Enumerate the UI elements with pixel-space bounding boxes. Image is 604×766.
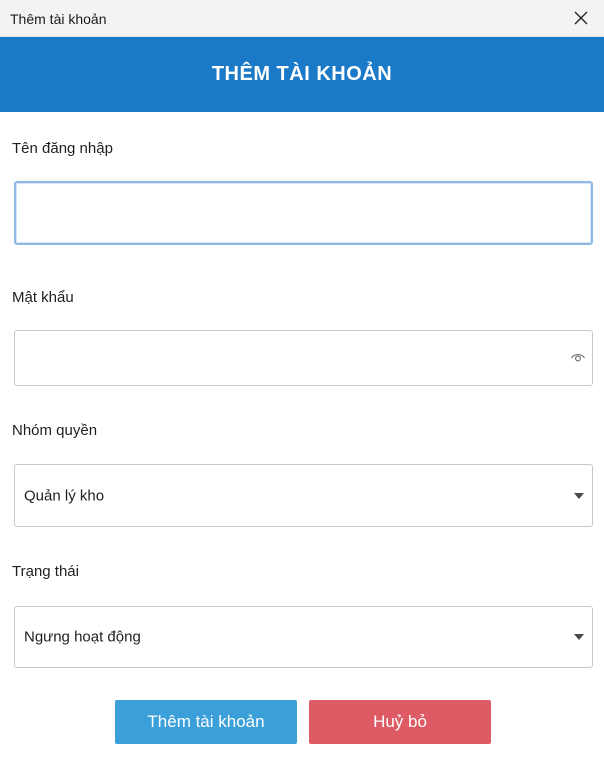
cancel-button[interactable]: Huỷ bỏ (309, 700, 491, 744)
eye-icon[interactable] (570, 349, 586, 365)
username-field[interactable] (14, 181, 593, 245)
dialog-header: THÊM TÀI KHOẢN (0, 37, 604, 112)
role-label: Nhóm quyền (12, 422, 98, 439)
username-input[interactable] (16, 183, 591, 243)
username-label: Tên đăng nhập (12, 140, 113, 157)
status-selected-value: Ngưng hoạt động (24, 628, 141, 646)
role-selected-value: Quản lý kho (24, 487, 105, 504)
status-label: Trạng thái (12, 563, 79, 580)
close-icon[interactable] (572, 9, 590, 27)
password-input[interactable] (15, 331, 592, 385)
role-select[interactable]: Quản lý kho (14, 464, 593, 527)
window-titlebar: Thêm tài khoản (0, 0, 604, 37)
chevron-down-icon (574, 492, 584, 499)
window-title: Thêm tài khoản (10, 11, 107, 27)
password-label: Mật khẩu (12, 289, 74, 306)
dialog-heading: THÊM TÀI KHOẢN (211, 63, 393, 85)
password-field[interactable] (14, 330, 593, 386)
chevron-down-icon (574, 634, 584, 640)
status-select[interactable]: Ngưng hoạt động (14, 606, 593, 668)
add-account-button[interactable]: Thêm tài khoản (115, 700, 297, 744)
